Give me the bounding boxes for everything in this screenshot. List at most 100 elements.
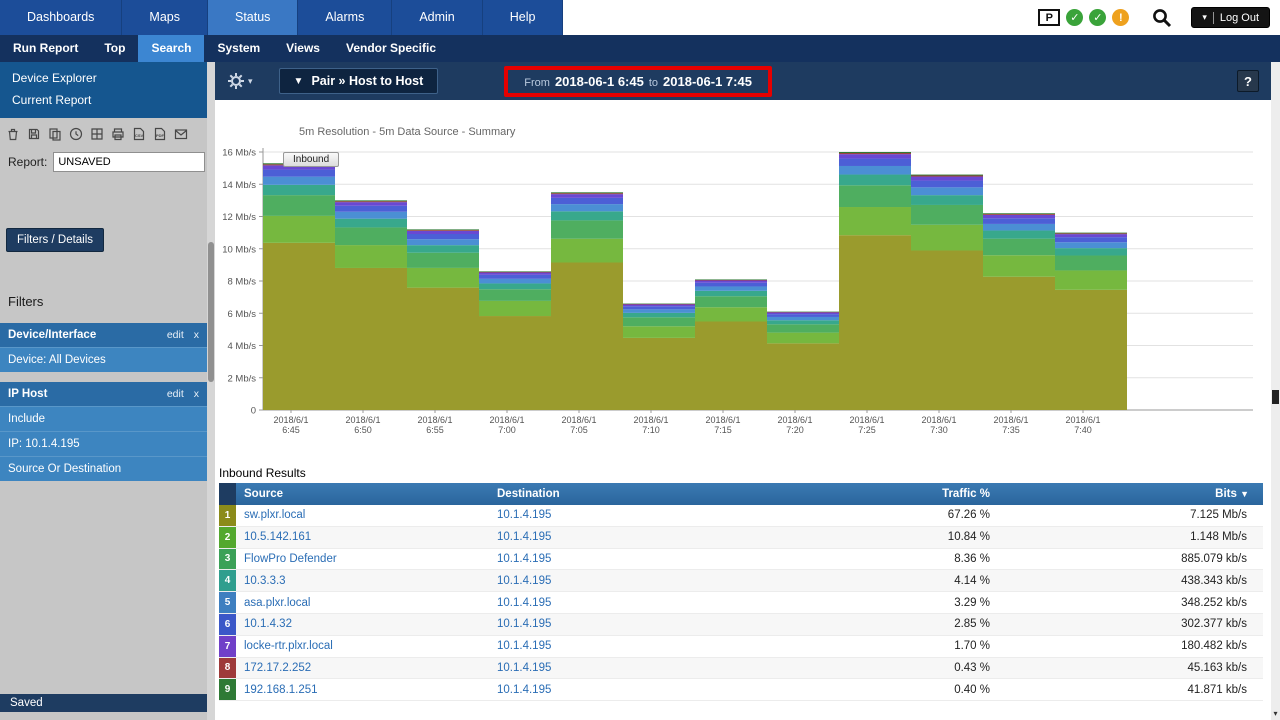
column-header-bits[interactable]: Bits ▼ (1004, 488, 1263, 500)
app-window: Dashboards Maps Status Alarms Admin Help P ✓ ✓!… (0, 0, 1280, 720)
svg-text:16 Mb/s: 16 Mb/s (222, 148, 256, 159)
destination-link[interactable]: 10.1.4.195 (489, 531, 747, 543)
source-link[interactable]: 10.5.142.161 (236, 531, 489, 543)
dashboard-grid-icon[interactable] (89, 126, 105, 142)
svg-text:2018/6/1: 2018/6/1 (777, 415, 812, 425)
pdf-export-icon[interactable]: PDF (152, 126, 168, 142)
svg-text:2 Mb/s: 2 Mb/s (227, 373, 256, 384)
top-nav-alarms[interactable]: Alarms (298, 0, 393, 35)
schedule-report-icon[interactable] (68, 126, 84, 142)
saved-section-header[interactable]: Saved (0, 694, 207, 712)
report-options-bar: ▾ ▼ Pair » Host to Host From 2018-06-1 6… (215, 62, 1271, 100)
subnav-views[interactable]: Views (273, 35, 333, 62)
table-header-row: Source Destination Traffic % Bits ▼ (219, 483, 1263, 505)
traffic-percent-value: 4.14 % (954, 574, 990, 587)
svg-text:2018/6/1: 2018/6/1 (417, 415, 452, 425)
bits-value: 7.125 Mb/s (1190, 509, 1247, 522)
svg-text:2018/6/1: 2018/6/1 (1065, 415, 1100, 425)
csv-export-icon[interactable]: CSV (131, 126, 147, 142)
destination-link[interactable]: 10.1.4.195 (489, 509, 747, 521)
svg-text:2018/6/1: 2018/6/1 (921, 415, 956, 425)
scroll-down-arrow-icon[interactable]: ▾ (1271, 706, 1280, 720)
page-scrollbar[interactable]: ▾ (1271, 62, 1280, 720)
rank-column-header (219, 483, 236, 505)
filter-edit-link[interactable]: edit (167, 388, 184, 400)
source-link[interactable]: 10.3.3.3 (236, 575, 489, 587)
help-button[interactable]: ? (1237, 70, 1259, 92)
sidebar-link-current-report[interactable]: Current Report (0, 89, 207, 111)
source-link[interactable]: sw.plxr.local (236, 509, 489, 521)
column-header-destination[interactable]: Destination (489, 488, 747, 500)
source-link[interactable]: FlowPro Defender (236, 553, 489, 565)
traffic-percent-value: 0.43 % (954, 661, 990, 674)
plixer-logo[interactable]: P (1038, 9, 1061, 26)
source-link[interactable]: 192.168.1.251 (236, 684, 489, 696)
logout-separator (1212, 11, 1214, 24)
svg-text:CSV: CSV (135, 133, 144, 138)
sidebar-scrollbar[interactable] (207, 62, 215, 720)
destination-link[interactable]: 10.1.4.195 (489, 684, 747, 696)
table-row: 7 locke-rtr.plxr.local 10.1.4.195 1.70 % 180… (219, 635, 1263, 658)
delete-report-icon[interactable] (5, 126, 21, 142)
warning-icon[interactable]: ! (1112, 9, 1130, 26)
chevron-down-icon: ▾ (1202, 12, 1207, 22)
filter-edit-link[interactable]: edit (167, 329, 184, 341)
source-link[interactable]: 10.1.4.32 (236, 618, 489, 630)
svg-text:7:15: 7:15 (714, 425, 732, 435)
report-type-dropdown[interactable]: ▼ Pair » Host to Host (278, 68, 439, 94)
settings-gear-button[interactable]: ▾ (227, 72, 253, 90)
content-row: Device Explorer Current Report CSV PDF Rep… (0, 62, 1280, 720)
sidebar: Device Explorer Current Report CSV PDF Rep… (0, 62, 215, 720)
filter-remove-button[interactable]: x (194, 329, 199, 341)
subnav-run-report[interactable]: Run Report (0, 35, 91, 62)
subnav-system[interactable]: System (204, 35, 273, 62)
svg-text:7:00: 7:00 (498, 425, 516, 435)
sidebar-scrollbar-thumb[interactable] (208, 242, 214, 382)
svg-text:7:05: 7:05 (570, 425, 588, 435)
time-range-button[interactable]: From 2018-06-1 6:45 to 2018-06-1 7:45 (508, 69, 768, 93)
destination-link[interactable]: 10.1.4.195 (489, 618, 747, 630)
top-nav-dashboards[interactable]: Dashboards (0, 0, 123, 35)
source-link[interactable]: 172.17.2.252 (236, 662, 489, 674)
top-nav-status[interactable]: Status (207, 0, 299, 35)
sidebar-link-device-explorer[interactable]: Device Explorer (0, 67, 207, 89)
filters-details-button[interactable]: Filters / Details (6, 228, 105, 252)
logout-button[interactable]: ▾ Log Out (1191, 7, 1270, 28)
filter-group-header: IP Host edit x (0, 382, 207, 406)
destination-link[interactable]: 10.1.4.195 (489, 640, 747, 652)
top-right-controls: P ✓ ✓! ▾ Log Out (1038, 0, 1280, 35)
svg-text:2018/6/1: 2018/6/1 (849, 415, 884, 425)
health-ok-icon[interactable]: ✓ (1066, 9, 1084, 26)
sort-desc-icon: ▼ (1240, 489, 1249, 499)
subnav-vendor-specific[interactable]: Vendor Specific (333, 35, 449, 62)
column-header-source[interactable]: Source (236, 488, 489, 500)
subnav-search[interactable]: Search (138, 35, 205, 62)
copy-report-icon[interactable] (47, 126, 63, 142)
filter-title: IP Host (8, 388, 48, 400)
save-report-icon[interactable] (26, 126, 42, 142)
destination-link[interactable]: 10.1.4.195 (489, 597, 747, 609)
column-header-traffic[interactable]: Traffic % (747, 488, 1004, 500)
table-row: 2 10.5.142.161 10.1.4.195 10.84 % 1.148 Mb/s (219, 526, 1263, 549)
subnav-top[interactable]: Top (91, 35, 138, 62)
source-link[interactable]: locke-rtr.plxr.local (236, 640, 489, 652)
rank-badge: 4 (219, 570, 236, 592)
destination-link[interactable]: 10.1.4.195 (489, 662, 747, 674)
top-nav-maps[interactable]: Maps (122, 0, 208, 35)
top-nav-help[interactable]: Help (482, 0, 564, 35)
report-name-input[interactable] (53, 152, 206, 172)
source-link[interactable]: asa.plxr.local (236, 597, 489, 609)
page-scrollbar-thumb[interactable] (1272, 390, 1279, 404)
email-report-icon[interactable] (173, 126, 189, 142)
svg-text:2018/6/1: 2018/6/1 (489, 415, 524, 425)
top-nav-admin[interactable]: Admin (392, 0, 483, 35)
destination-link[interactable]: 10.1.4.195 (489, 575, 747, 587)
print-icon[interactable] (110, 126, 126, 142)
search-icon[interactable] (1151, 7, 1173, 29)
health-ok-icon-2[interactable]: ✓ (1089, 9, 1107, 26)
filter-remove-button[interactable]: x (194, 388, 199, 400)
traffic-percent-value: 0.40 % (954, 683, 990, 696)
destination-link[interactable]: 10.1.4.195 (489, 553, 747, 565)
bits-value: 302.377 kb/s (1181, 618, 1247, 631)
filter-groups: Device/Interface edit x Device: All Devices… (0, 323, 207, 481)
